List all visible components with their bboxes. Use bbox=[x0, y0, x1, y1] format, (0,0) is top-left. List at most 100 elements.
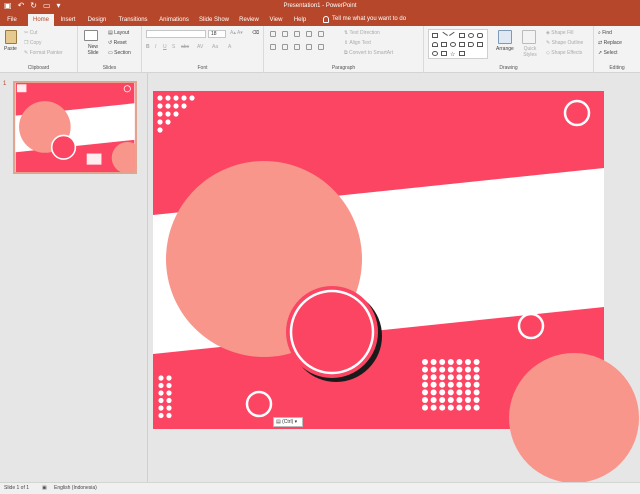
shapes-gallery[interactable]: ☆ bbox=[428, 29, 488, 59]
spacing-icon[interactable]: AV bbox=[197, 44, 203, 51]
justify-icon[interactable] bbox=[306, 44, 312, 50]
arrange-button[interactable]: Arrange bbox=[496, 46, 514, 53]
new-slide-icon[interactable] bbox=[84, 30, 98, 41]
select-label: Select bbox=[603, 50, 618, 56]
format-painter-button[interactable]: ✎ Format Painter bbox=[24, 50, 63, 57]
triangle-dot bbox=[157, 127, 163, 133]
column-dot bbox=[166, 412, 172, 419]
new-slide-button[interactable]: New Slide bbox=[82, 44, 104, 56]
oval-shape-icon[interactable] bbox=[468, 33, 474, 38]
select-button[interactable]: ➚ Select bbox=[598, 50, 618, 57]
italic-icon[interactable]: I bbox=[155, 44, 156, 51]
overflow-salmon-circle[interactable] bbox=[509, 353, 639, 483]
flowchart-shape-icon[interactable] bbox=[477, 42, 483, 47]
banner-shape-icon[interactable] bbox=[459, 51, 465, 56]
replace-button[interactable]: ⇄ Replace bbox=[598, 40, 622, 47]
shape-effects-button[interactable]: ◇ Shape Effects bbox=[546, 50, 582, 57]
shape-outline-button[interactable]: ✎ Shape Outline bbox=[546, 40, 583, 47]
layout-button[interactable]: ▤ Layout bbox=[108, 30, 129, 37]
layout-label: Layout bbox=[114, 30, 130, 36]
cut-button[interactable]: ✂ Cut bbox=[24, 30, 37, 37]
cut-label: Cut bbox=[29, 30, 38, 36]
paste-icon[interactable] bbox=[5, 30, 17, 44]
tab-insert[interactable]: Insert bbox=[56, 14, 80, 26]
smile-shape-icon[interactable] bbox=[432, 51, 438, 56]
change-case-icon[interactable]: Aa bbox=[212, 44, 218, 51]
tab-design[interactable]: Design bbox=[84, 14, 110, 26]
tab-view[interactable]: View bbox=[266, 14, 286, 26]
numbering-icon[interactable] bbox=[282, 31, 288, 37]
section-button[interactable]: ▭ Section bbox=[108, 50, 131, 57]
shadow-icon[interactable]: S bbox=[172, 44, 175, 51]
quick-styles-icon[interactable] bbox=[522, 30, 536, 44]
tab-help[interactable]: Help bbox=[290, 14, 310, 26]
window-title: Presentation1 - PowerPoint bbox=[283, 3, 357, 9]
quick-styles-button[interactable]: Quick Styles bbox=[518, 46, 542, 58]
column-dot bbox=[166, 405, 172, 411]
slide-counter: Slide 1 of 1 bbox=[4, 485, 30, 491]
grid-dot bbox=[447, 389, 454, 396]
grid-dot bbox=[456, 389, 463, 396]
grid-dot bbox=[439, 381, 446, 388]
language-indicator[interactable]: English (Indonesia) bbox=[54, 483, 97, 494]
tab-transitions[interactable]: Transitions bbox=[114, 14, 152, 26]
tab-file[interactable]: File bbox=[2, 14, 22, 26]
find-button[interactable]: ⌕ Find bbox=[598, 30, 612, 37]
arc-shape-icon[interactable] bbox=[432, 42, 438, 47]
callout-shape-icon[interactable] bbox=[459, 42, 465, 47]
clear-format-icon[interactable]: ⌫ bbox=[252, 30, 259, 37]
brace-shape-icon[interactable] bbox=[441, 51, 447, 56]
arrow-shape-icon[interactable] bbox=[449, 31, 457, 40]
tab-animations[interactable]: Animations bbox=[155, 14, 193, 26]
smartart-button[interactable]: ⧉ Convert to SmartArt bbox=[344, 50, 393, 57]
slide-thumbnail[interactable] bbox=[13, 81, 137, 174]
align-right-icon[interactable] bbox=[294, 44, 300, 50]
grid-dot bbox=[465, 404, 471, 411]
grid-dot bbox=[456, 381, 463, 388]
accessibility-icon[interactable]: ▣ bbox=[42, 483, 47, 494]
copy-button[interactable]: ❐ Copy bbox=[24, 40, 42, 47]
font-size-input[interactable]: 18 bbox=[208, 30, 226, 38]
text-direction-button[interactable]: ⇅ Text Direction bbox=[344, 30, 380, 37]
triangle-dot bbox=[181, 103, 187, 109]
bullets-icon[interactable] bbox=[270, 31, 276, 37]
paste-button[interactable]: Paste bbox=[4, 46, 17, 53]
text-box-shape-icon[interactable] bbox=[441, 42, 447, 47]
shape-outline-label: Shape Outline bbox=[551, 40, 584, 46]
strikethrough-icon[interactable]: abc bbox=[181, 44, 189, 51]
circle-shape-icon[interactable] bbox=[450, 42, 456, 47]
align-text-button[interactable]: ⇕ Align Text bbox=[344, 40, 371, 47]
chevron-down-icon: ▾ bbox=[293, 419, 298, 425]
square-shape-icon[interactable] bbox=[459, 33, 465, 38]
paste-options-tag[interactable]: ▤ (Ctrl) ▾ bbox=[273, 417, 303, 427]
align-center-icon[interactable] bbox=[282, 44, 288, 50]
tab-review[interactable]: Review bbox=[236, 14, 262, 26]
editing-label: Editing bbox=[609, 65, 625, 71]
font-name-input[interactable] bbox=[146, 30, 206, 38]
line-spacing-icon[interactable] bbox=[318, 31, 324, 37]
column-dot bbox=[166, 397, 172, 404]
tab-home[interactable]: Home bbox=[28, 14, 54, 26]
align-left-icon[interactable] bbox=[270, 44, 276, 50]
slides-label: Slides bbox=[102, 65, 117, 71]
bold-icon[interactable]: B bbox=[146, 44, 150, 51]
rounded-rect-shape-icon[interactable] bbox=[477, 33, 483, 38]
arrow-block-shape-icon[interactable] bbox=[468, 42, 474, 47]
columns-icon[interactable] bbox=[318, 44, 324, 50]
reset-button[interactable]: ↺ Reset bbox=[108, 40, 127, 47]
decrease-indent-icon[interactable] bbox=[294, 31, 300, 37]
shape-fill-button[interactable]: ◈ Shape Fill bbox=[546, 30, 573, 37]
ribbon: Paste ✂ Cut ❐ Copy ✎ Format Painter Clip… bbox=[0, 26, 640, 73]
grow-font-icon[interactable]: A▴ A▾ bbox=[230, 30, 243, 37]
increase-indent-icon[interactable] bbox=[306, 31, 312, 37]
font-color-icon[interactable]: A bbox=[228, 44, 231, 51]
tell-me-search[interactable]: Tell me what you want to do bbox=[323, 14, 406, 25]
tab-slide-show[interactable]: Slide Show bbox=[196, 14, 232, 26]
star-shape-icon[interactable]: ☆ bbox=[450, 51, 456, 58]
rectangle-shape-icon[interactable] bbox=[432, 33, 438, 38]
line-shape-icon[interactable] bbox=[440, 31, 448, 40]
arrange-icon[interactable] bbox=[498, 30, 512, 44]
underline-icon[interactable]: U bbox=[163, 44, 167, 51]
format-painter-label: Format Painter bbox=[29, 50, 63, 56]
grid-dot bbox=[465, 389, 471, 396]
